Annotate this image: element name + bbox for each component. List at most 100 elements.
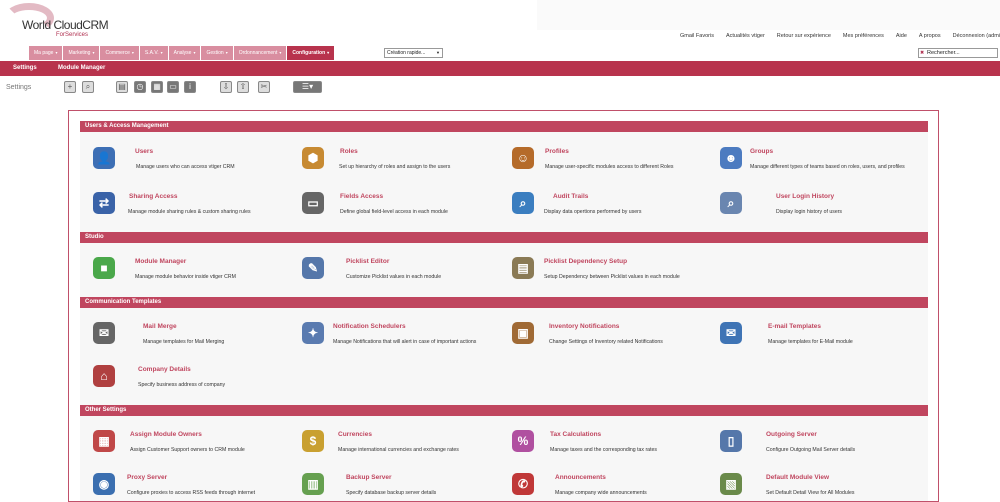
settings-item-description: Display login history of users	[776, 209, 843, 215]
settings-item-description: Manage different types of teams based on…	[750, 164, 905, 170]
roles-icon[interactable]: ⬢	[302, 147, 324, 169]
menu-options-icon[interactable]: ☰▾	[293, 81, 322, 93]
proxy-server-icon[interactable]: ◉	[93, 473, 115, 495]
link-retour-experience[interactable]: Retour sur expérience	[777, 33, 831, 39]
settings-item-title[interactable]: Default Module View	[766, 474, 829, 481]
picklist-dependency-icon[interactable]: ▤	[512, 257, 534, 279]
picklist-editor-icon[interactable]: ✎	[302, 257, 324, 279]
tab-gestion[interactable]: Gestion ▾	[201, 46, 233, 60]
module-owners-icon[interactable]: ▦	[93, 430, 115, 452]
settings-item-title[interactable]: Inventory Notifications	[549, 323, 619, 330]
link-mes-preferences[interactable]: Mes préférences	[843, 33, 884, 39]
tab-ma-page[interactable]: Ma page ▾	[29, 46, 63, 60]
tab-commerce[interactable]: Commerce ▾	[100, 46, 139, 60]
mail-merge-icon[interactable]: ✉	[93, 322, 115, 344]
main-nav: Ma page ▾ Marketing ▾ Commerce ▾ S.A.V. ▾ An…	[0, 46, 1000, 61]
profiles-icon[interactable]: ☺	[512, 147, 534, 169]
currencies-icon[interactable]: $	[302, 430, 324, 452]
settings-item-title[interactable]: Outgoing Server	[766, 431, 817, 438]
settings-item-description: Customize Picklist values in each module	[346, 274, 442, 280]
page-title: Settings	[6, 84, 32, 91]
settings-item-title[interactable]: Roles	[340, 148, 358, 155]
search-icon: ✖	[920, 50, 925, 56]
search-placeholder: Rechercher...	[927, 50, 960, 56]
company-icon[interactable]: ⌂	[93, 365, 115, 387]
settings-item-title[interactable]: Users	[135, 148, 153, 155]
fields-access-icon[interactable]: ▭	[302, 192, 324, 214]
audit-trails-icon[interactable]: ⌕	[512, 192, 534, 214]
settings-item-title[interactable]: Announcements	[555, 474, 606, 481]
inventory-icon[interactable]: ▣	[512, 322, 534, 344]
calculator-icon[interactable]: ▦	[151, 81, 163, 93]
section-header-other: Other Settings	[80, 405, 928, 416]
sharing-access-icon[interactable]: ⇄	[93, 192, 115, 214]
link-aide[interactable]: Aide	[896, 33, 907, 39]
outgoing-server-icon[interactable]: ▯	[720, 430, 742, 452]
add-icon[interactable]: +	[64, 81, 76, 93]
tools-icon[interactable]: ✂	[258, 81, 270, 93]
default-view-icon[interactable]: ▧	[720, 473, 742, 495]
calendar-icon[interactable]: ▤	[116, 81, 128, 93]
settings-item-title[interactable]: Proxy Server	[127, 474, 167, 481]
chevron-down-icon: ▾	[131, 50, 134, 55]
email-templates-icon[interactable]: ✉	[720, 322, 742, 344]
tab-ordonnancement[interactable]: Ordonnancement ▾	[233, 46, 287, 60]
subnav-settings[interactable]: Settings	[13, 65, 37, 71]
search-input[interactable]: ✖ Rechercher...	[918, 48, 998, 58]
import-icon[interactable]: ⇩	[220, 81, 232, 93]
settings-item-title[interactable]: Assign Module Owners	[130, 431, 202, 438]
settings-item-title[interactable]: Groups	[750, 148, 773, 155]
settings-item-title[interactable]: Fields Access	[340, 193, 383, 200]
settings-item-title[interactable]: Mail Merge	[143, 323, 177, 330]
settings-item-description: Manage international currencies and exch…	[338, 447, 459, 453]
section-header-communication: Communication Templates	[80, 297, 928, 308]
settings-item-description: Define global field-level access in each…	[340, 209, 448, 215]
clock-icon[interactable]: ◷	[134, 81, 146, 93]
users-icon[interactable]: 👤	[93, 147, 115, 169]
chat-icon[interactable]: ▭	[167, 81, 179, 93]
link-actualites[interactable]: Actualités vtiger	[726, 33, 765, 39]
search-icon[interactable]: ⌕	[82, 81, 94, 93]
logo[interactable]: World CloudCRM ForServices	[4, 3, 116, 45]
tab-sav[interactable]: S.A.V. ▾	[139, 46, 168, 60]
link-gmail-favoris[interactable]: Gmail Favoris	[680, 33, 714, 39]
notification-icon[interactable]: ✦	[302, 322, 324, 344]
subnav-module-manager[interactable]: Module Manager	[58, 65, 105, 71]
settings-item-title[interactable]: Notification Schedulers	[333, 323, 406, 330]
export-icon[interactable]: ⇧	[237, 81, 249, 93]
settings-item-description: Set Default Detail View for All Modules	[766, 490, 855, 496]
announcements-icon[interactable]: ✆	[512, 473, 534, 495]
module-manager-icon[interactable]: ■	[93, 257, 115, 279]
settings-item-title[interactable]: Audit Trails	[553, 193, 588, 200]
settings-item-title[interactable]: Currencies	[338, 431, 372, 438]
settings-item-title[interactable]: Company Details	[138, 366, 191, 373]
tax-icon[interactable]: %	[512, 430, 534, 452]
settings-item-title[interactable]: E-mail Templates	[768, 323, 821, 330]
login-history-icon[interactable]: ⌕	[720, 192, 742, 214]
chevron-down-icon: ▾	[279, 50, 282, 55]
chevron-down-icon: ▾	[193, 50, 196, 55]
groups-icon[interactable]: ☻	[720, 147, 742, 169]
settings-item-title[interactable]: Picklist Dependency Setup	[544, 258, 627, 265]
chevron-down-icon: ▾	[327, 50, 330, 55]
backup-server-icon[interactable]: ▥	[302, 473, 324, 495]
link-a-propos[interactable]: A propos	[919, 33, 941, 39]
tab-analyse[interactable]: Analyse ▾	[168, 46, 201, 60]
tab-configuration[interactable]: Configuration ▾	[287, 46, 335, 60]
settings-item-title[interactable]: Picklist Editor	[346, 258, 389, 265]
settings-item-title[interactable]: Profiles	[545, 148, 569, 155]
settings-item-title[interactable]: Sharing Access	[129, 193, 178, 200]
section-header-studio: Studio	[80, 232, 928, 243]
settings-item-title[interactable]: Module Manager	[135, 258, 186, 265]
settings-item-title[interactable]: User Login History	[776, 193, 834, 200]
info-icon[interactable]: i	[184, 81, 196, 93]
tab-label: S.A.V.	[144, 50, 159, 56]
link-deconnexion[interactable]: Déconnexion (admi	[953, 33, 1000, 39]
chevron-down-icon: ▾	[92, 50, 95, 55]
quick-create-select[interactable]: Création rapide... ▼	[384, 48, 443, 58]
settings-item-title[interactable]: Tax Calculations	[550, 431, 601, 438]
settings-item-title[interactable]: Backup Server	[346, 474, 392, 481]
tab-label: Configuration	[292, 50, 326, 56]
tab-label: Gestion	[206, 50, 224, 56]
tab-marketing[interactable]: Marketing ▾	[63, 46, 100, 60]
